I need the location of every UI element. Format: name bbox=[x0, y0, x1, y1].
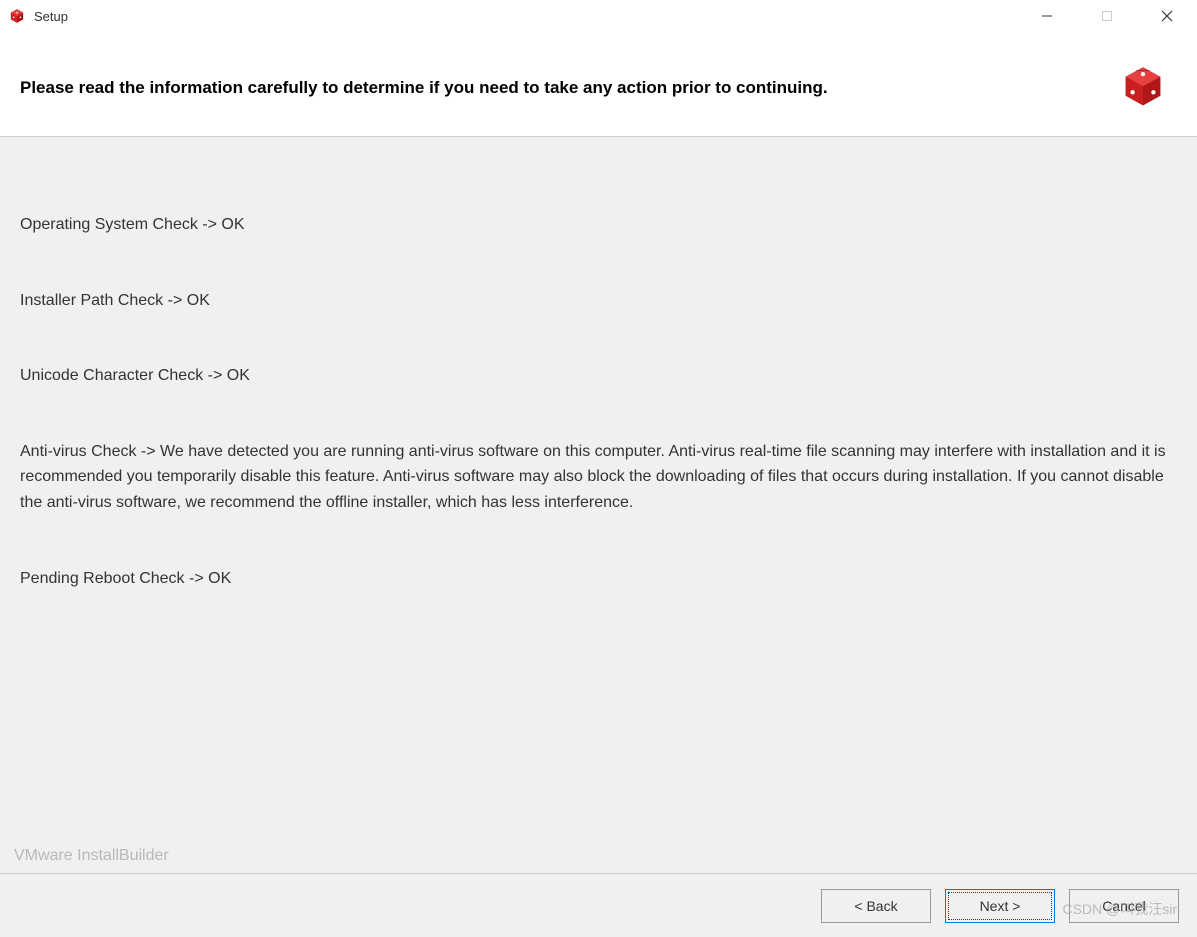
footer-brand: VMware InstallBuilder bbox=[14, 847, 1197, 873]
product-logo-icon bbox=[1117, 62, 1169, 114]
app-icon bbox=[8, 7, 26, 25]
cancel-button[interactable]: Cancel bbox=[1069, 889, 1179, 923]
check-installer-path: Installer Path Check -> OK bbox=[20, 288, 1177, 314]
minimize-button[interactable] bbox=[1017, 0, 1077, 32]
check-pending-reboot: Pending Reboot Check -> OK bbox=[20, 566, 1177, 592]
check-os: Operating System Check -> OK bbox=[20, 212, 1177, 238]
check-antivirus: Anti-virus Check -> We have detected you… bbox=[20, 439, 1177, 516]
check-unicode: Unicode Character Check -> OK bbox=[20, 363, 1177, 389]
back-button[interactable]: < Back bbox=[821, 889, 931, 923]
button-bar: < Back Next > Cancel bbox=[0, 873, 1197, 937]
next-button[interactable]: Next > bbox=[945, 889, 1055, 923]
window-title: Setup bbox=[34, 9, 1017, 24]
header-instruction: Please read the information carefully to… bbox=[20, 78, 1117, 98]
window-controls bbox=[1017, 0, 1197, 32]
header-section: Please read the information carefully to… bbox=[0, 32, 1197, 137]
maximize-button bbox=[1077, 0, 1137, 32]
content-area: Operating System Check -> OK Installer P… bbox=[0, 137, 1197, 878]
titlebar: Setup bbox=[0, 0, 1197, 32]
close-button[interactable] bbox=[1137, 0, 1197, 32]
